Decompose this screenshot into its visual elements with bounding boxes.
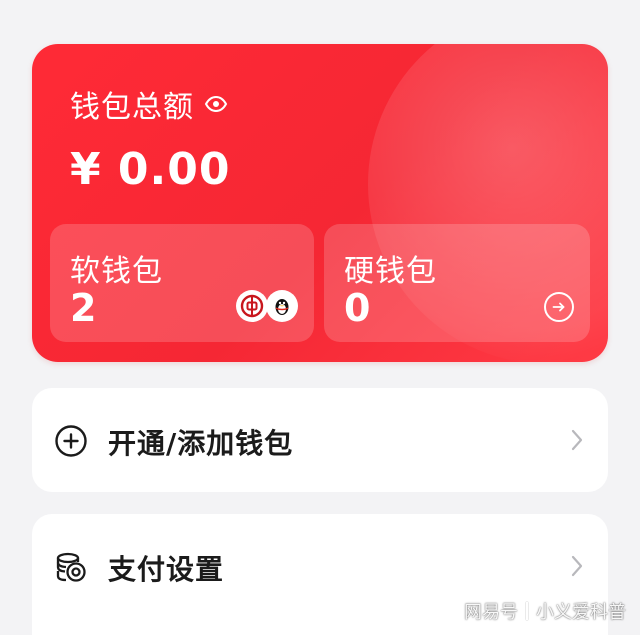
hard-wallet-count: 0 — [344, 286, 371, 330]
payment-settings-label: 支付设置 — [108, 553, 225, 586]
hard-wallet-label: 硬钱包 — [344, 254, 437, 289]
wallet-total-amount: ¥ 0.00 — [70, 144, 231, 195]
arrow-right-circle-icon[interactable] — [544, 292, 574, 322]
coin-stack-icon — [54, 550, 88, 584]
add-wallet-row[interactable]: 开通/添加钱包 — [32, 388, 608, 492]
soft-wallet-count: 2 — [70, 286, 97, 330]
add-wallet-label: 开通/添加钱包 — [108, 427, 294, 460]
watermark-author: 小义爱科普 — [536, 602, 626, 623]
watermark: 网易号 小义爱科普 — [464, 598, 626, 624]
soft-wallet-card[interactable]: 软钱包 2 — [50, 224, 314, 342]
watermark-source: 网易号 — [464, 602, 518, 623]
wallet-total-card[interactable]: 钱包总额 ¥ 0.00 软钱包 2 硬钱包 0 — [32, 44, 608, 362]
soft-wallet-label: 软钱包 — [70, 254, 163, 289]
watermark-divider — [526, 602, 528, 620]
plus-circle-icon — [54, 424, 88, 458]
bank-of-china-icon — [236, 290, 268, 322]
wallet-page: 钱包总额 ¥ 0.00 软钱包 2 硬钱包 0 开通/添加钱包 支付设置 网易号… — [0, 0, 640, 635]
total-label-row: 钱包总额 — [70, 82, 228, 126]
chevron-right-icon — [570, 554, 584, 578]
wallet-total-label: 钱包总额 — [70, 90, 194, 125]
chevron-right-icon — [570, 428, 584, 452]
soft-wallet-bank-icons — [236, 290, 298, 322]
qq-penguin-icon — [266, 290, 298, 322]
eye-icon[interactable] — [204, 92, 228, 116]
hard-wallet-card[interactable]: 硬钱包 0 — [324, 224, 590, 342]
